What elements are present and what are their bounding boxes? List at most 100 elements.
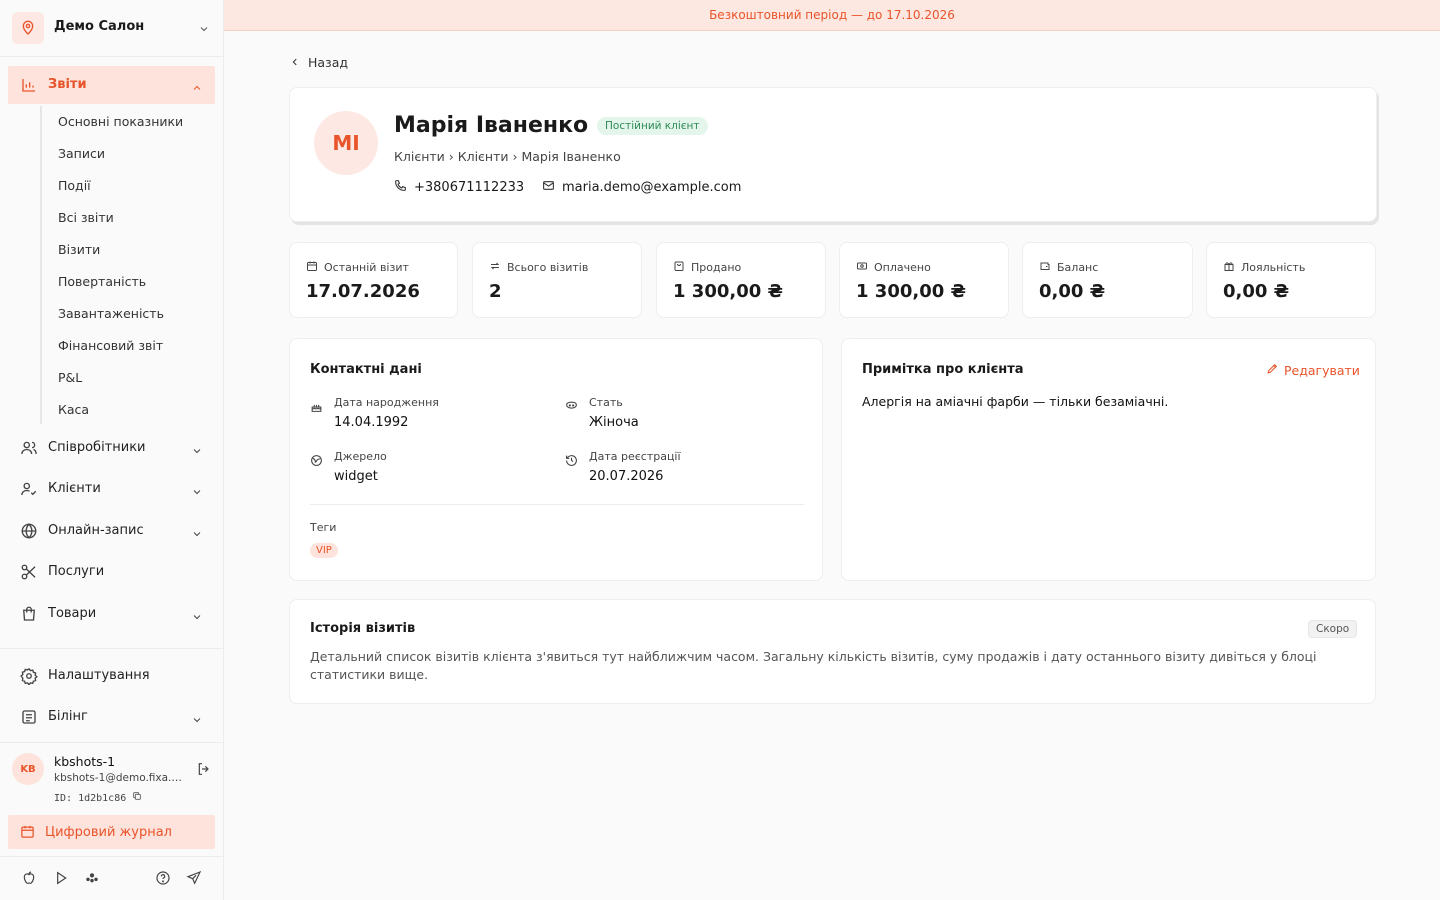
logout-icon[interactable]	[196, 761, 212, 781]
edit-note-label: Редагувати	[1284, 362, 1360, 378]
stat-label-text: Лояльність	[1241, 261, 1306, 274]
stat-sold: Продано 1 300,00 ₴	[656, 242, 826, 318]
soon-badge: Скоро	[1308, 620, 1358, 638]
subnav-item[interactable]: Повертаність	[58, 274, 146, 289]
nav-products-label: Товари	[48, 606, 97, 621]
user-id: ID: 1d2b1c86	[54, 791, 142, 804]
user-name: kbshots-1	[54, 754, 116, 769]
nav-clients[interactable]: Клієнти	[8, 471, 215, 507]
source-icon	[310, 452, 323, 471]
chevron-down-icon	[191, 442, 203, 461]
play-icon[interactable]	[53, 870, 69, 890]
user-id-text: ID: 1d2b1c86	[54, 793, 127, 804]
digital-journal-label: Цифровий журнал	[45, 825, 172, 840]
subnav-item[interactable]: Записи	[58, 146, 105, 161]
back-link[interactable]: Назад	[290, 55, 348, 70]
nav-reports[interactable]: Звіти	[8, 66, 215, 104]
source-value: widget	[334, 469, 378, 484]
client-email[interactable]: maria.demo@example.com	[542, 179, 741, 196]
contacts-title: Контактні дані	[310, 362, 422, 377]
help-icon[interactable]	[155, 870, 171, 890]
bag-icon	[20, 605, 38, 627]
sidebar-divider	[0, 856, 223, 857]
stat-balance: Баланс 0,00 ₴	[1022, 242, 1193, 318]
client-name: Марія Іваненко	[394, 113, 589, 138]
tag-badge: VIP	[310, 543, 338, 558]
trial-banner: Безкоштовний період — до 17.10.2026	[224, 0, 1440, 31]
chevron-down-icon	[191, 711, 203, 730]
sidebar-divider	[0, 648, 223, 649]
stat-value: 17.07.2026	[306, 281, 420, 302]
repeat-icon	[489, 260, 501, 275]
nav-services[interactable]: Послуги	[8, 554, 215, 590]
stat-value: 1 300,00 ₴	[673, 281, 783, 302]
billing-icon	[20, 708, 38, 730]
nav-products[interactable]: Товари	[8, 596, 215, 632]
copy-icon[interactable]	[132, 792, 142, 804]
nav-online-booking-label: Онлайн-запис	[48, 523, 144, 538]
globe-icon	[20, 522, 38, 544]
user-check-icon	[20, 480, 38, 502]
nav-services-label: Послуги	[48, 564, 105, 579]
note-title: Примітка про клієнта	[862, 362, 1024, 377]
sidebar: Демо Салон Звіти Основні показники Запис…	[0, 0, 224, 900]
gift-icon	[1223, 260, 1235, 275]
nav-billing[interactable]: Білінг	[8, 699, 215, 735]
banknote-icon	[856, 260, 868, 275]
client-note-card: Примітка про клієнта Редагувати Алергія …	[841, 338, 1376, 581]
mail-icon	[542, 179, 555, 196]
users-icon	[20, 439, 38, 461]
client-profile-card: MI Марія Іваненко Постійний клієнт Клієн…	[289, 87, 1377, 222]
gear-icon	[20, 667, 38, 689]
stat-label-text: Всього візитів	[507, 261, 589, 274]
stat-value: 0,00 ₴	[1039, 281, 1106, 302]
gender-value: Жіноча	[589, 415, 639, 430]
apple-icon[interactable]	[21, 870, 37, 890]
birth-date-value: 14.04.1992	[334, 415, 409, 430]
registration-date-label: Дата реєстрації	[589, 450, 681, 463]
visit-history-card: Історія візитів Скоро Детальний список в…	[289, 599, 1376, 704]
user-email: kbshots-1@demo.fixa.b...	[54, 772, 184, 784]
subnav-item[interactable]: Основні показники	[58, 114, 183, 129]
subnav-line	[40, 106, 42, 424]
subnav-item[interactable]: Завантаженість	[58, 306, 164, 321]
history-text: Детальний список візитів клієнта з'явить…	[310, 649, 1317, 682]
subnav-item[interactable]: P&L	[58, 370, 82, 385]
subnav-item[interactable]: Події	[58, 178, 91, 193]
chevron-down-icon	[191, 483, 203, 502]
nav-clients-label: Клієнти	[48, 481, 101, 496]
send-icon[interactable]	[186, 870, 202, 890]
cake-icon	[310, 398, 323, 417]
calendar-icon	[20, 824, 35, 843]
stat-label: Баланс	[1039, 260, 1098, 275]
nav-settings[interactable]: Налаштування	[8, 658, 215, 694]
stat-total-visits: Всього візитів 2	[472, 242, 642, 318]
community-icon[interactable]	[84, 870, 100, 890]
client-phone[interactable]: +380671112233	[394, 179, 524, 196]
salon-switcher[interactable]: Демо Салон	[0, 0, 223, 57]
subnav-item[interactable]: Каса	[58, 402, 89, 417]
contacts-card: Контактні дані Дата народження 14.04.199…	[289, 338, 823, 581]
contacts-divider	[310, 504, 804, 505]
stat-label-text: Останній візит	[324, 261, 409, 274]
sidebar-divider	[0, 742, 223, 743]
subnav-item[interactable]: Всі звіти	[58, 210, 114, 225]
subnav-item[interactable]: Фінансовий звіт	[58, 338, 163, 353]
nav-online-booking[interactable]: Онлайн-запис	[8, 513, 215, 549]
nav-settings-label: Налаштування	[48, 668, 150, 683]
edit-note-button[interactable]: Редагувати	[1266, 362, 1360, 378]
client-phone-text: +380671112233	[414, 180, 525, 195]
chevron-up-icon	[191, 79, 203, 98]
subnav-item[interactable]: Візити	[58, 242, 100, 257]
nav-employees[interactable]: Співробітники	[8, 430, 215, 466]
calendar-icon	[306, 260, 318, 275]
stat-label: Всього візитів	[489, 260, 588, 275]
gender-icon	[565, 398, 578, 417]
breadcrumb: Клієнти › Клієнти › Марія Іваненко	[394, 149, 621, 164]
back-label: Назад	[308, 55, 349, 70]
stat-paid: Оплачено 1 300,00 ₴	[839, 242, 1009, 318]
digital-journal-button[interactable]: Цифровий журнал	[8, 815, 215, 849]
map-pin-icon	[12, 12, 44, 44]
chevron-down-icon	[191, 608, 203, 627]
wallet-icon	[1039, 260, 1051, 275]
